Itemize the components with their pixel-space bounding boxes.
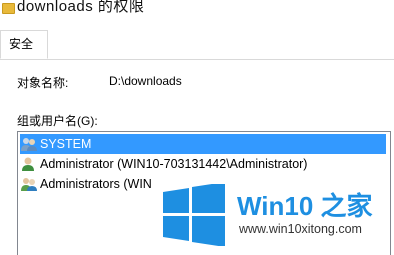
object-name-value: D:\downloads <box>109 74 182 88</box>
watermark: Win10 之家 www.win10xitong.com <box>163 178 394 254</box>
brand-name: Win10 之家 <box>237 191 373 221</box>
list-item-label: Administrators (WIN <box>40 177 152 191</box>
object-name-label: 对象名称: <box>17 76 69 90</box>
list-item-administrator[interactable]: Administrator (WIN10-703131442\Administr… <box>20 154 386 174</box>
users-group-icon <box>20 136 38 152</box>
window-title: downloads 的权限 <box>17 0 145 15</box>
list-item-label: Administrator (WIN10-703131442\Administr… <box>40 157 308 171</box>
title-bar: downloads 的权限 <box>0 0 394 22</box>
tab-strip: 安全 <box>0 30 394 60</box>
windows-logo-icon <box>163 184 225 246</box>
list-item-system[interactable]: SYSTEM <box>20 134 386 154</box>
users-group-icon <box>20 176 38 192</box>
folder-icon <box>2 3 15 14</box>
list-item-label: SYSTEM <box>40 137 92 151</box>
tab-security[interactable]: 安全 <box>0 30 48 59</box>
user-icon <box>20 156 38 172</box>
group-user-label: 组或用户名(G): <box>17 114 98 128</box>
site-url: www.win10xitong.com <box>239 222 362 236</box>
